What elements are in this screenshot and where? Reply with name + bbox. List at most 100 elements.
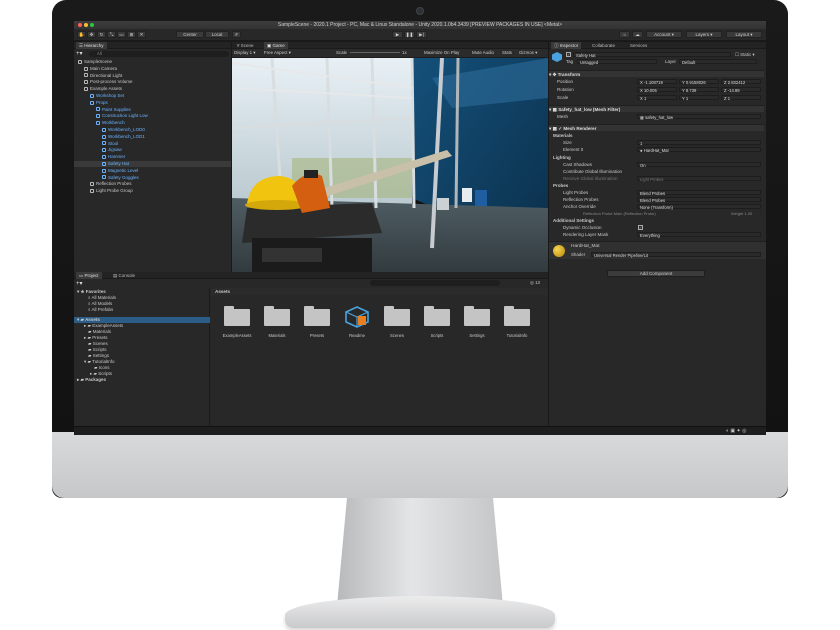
tab-collaborate[interactable]: Collaborate	[589, 42, 618, 49]
cast-shadows-dropdown[interactable]: On	[637, 162, 761, 168]
hierarchy-item[interactable]: Reflection Probes	[74, 181, 231, 187]
tab-inspector[interactable]: ⓘ Inspector	[551, 42, 582, 49]
maximize-on-play-toggle[interactable]: Maximize On Play	[424, 49, 459, 57]
tab-scene[interactable]: # Scene	[234, 42, 257, 49]
layers-dropdown[interactable]: Layers ▾	[686, 31, 722, 38]
hierarchy-item[interactable]: Workbench_LOD1	[74, 134, 231, 140]
readme-asset[interactable]: Readme	[337, 304, 377, 344]
tab-game[interactable]: ▣ Game	[264, 42, 288, 49]
asset-folder[interactable]: Scenes	[377, 304, 417, 344]
hierarchy-item[interactable]: Light Probe Group	[74, 188, 231, 194]
hierarchy-item-selected[interactable]: Safety Hat	[74, 161, 231, 167]
gizmos-dropdown[interactable]: Gizmos ▾	[519, 49, 537, 57]
rotation-x-field[interactable]: X 10.005	[637, 87, 677, 93]
play-button[interactable]: ▶	[392, 31, 403, 38]
hierarchy-item[interactable]: SampleScene	[74, 59, 231, 65]
reflection-probes-dropdown[interactable]: Blend Probes	[637, 197, 761, 203]
tab-hierarchy[interactable]: ☰ Hierarchy	[76, 42, 107, 49]
scale-x-field[interactable]: X 1	[637, 95, 677, 101]
tab-console[interactable]: ▤ Console	[110, 272, 138, 279]
position-z-field[interactable]: Z 2.832412	[721, 79, 761, 85]
hierarchy-item[interactable]: Example Assets	[74, 86, 231, 92]
aspect-dropdown[interactable]: Free Aspect ▾	[264, 49, 291, 57]
asset-folder[interactable]: TutorialInfo	[497, 304, 537, 344]
rendering-layer-dropdown[interactable]: Everything	[637, 232, 761, 238]
mesh-renderer-header[interactable]: ▾ ▦ ✓ Mesh Renderer	[549, 124, 764, 131]
position-x-field[interactable]: X -1.108719	[637, 79, 677, 85]
add-component-button[interactable]: Add Component	[607, 270, 705, 277]
hand-tool-icon[interactable]: ✋	[77, 31, 86, 38]
pause-button[interactable]: ❚❚	[404, 31, 415, 38]
project-search-input[interactable]	[370, 280, 500, 286]
display-dropdown[interactable]: Display 1 ▾	[234, 49, 256, 57]
asset-folder[interactable]: Presets	[297, 304, 337, 344]
shader-dropdown[interactable]: Universal Render Pipeline/Lit	[591, 252, 761, 258]
rotation-z-field[interactable]: Z -14.89	[721, 87, 761, 93]
scale-tool-icon[interactable]: ⤡	[107, 31, 116, 38]
element0-field[interactable]: ● HardHat_Mat	[637, 147, 761, 153]
layout-dropdown[interactable]: Layout ▾	[726, 31, 762, 38]
hierarchy-item[interactable]: Paint Supplies	[74, 107, 231, 113]
scale-slider[interactable]	[350, 52, 400, 53]
scale-z-field[interactable]: Z 1	[721, 95, 761, 101]
hierarchy-item[interactable]: Stool	[74, 141, 231, 147]
hierarchy-item[interactable]: Main Camera	[74, 66, 231, 72]
rotate-tool-icon[interactable]: ↻	[97, 31, 106, 38]
hierarchy-item[interactable]: Hammer	[74, 154, 231, 160]
additional-settings-label[interactable]: Additional Settings	[553, 217, 594, 224]
add-object-button[interactable]: +▾	[76, 51, 86, 57]
object-name-field[interactable]: Safety Hat	[573, 52, 731, 58]
layer-dropdown[interactable]: Default	[679, 59, 757, 65]
hierarchy-item[interactable]: Jigsaw	[74, 147, 231, 153]
asset-folder[interactable]: Materials	[257, 304, 297, 344]
pivot-center-button[interactable]: Center	[176, 31, 204, 38]
tab-project[interactable]: ▭ Project	[76, 272, 102, 279]
probes-label[interactable]: Probes	[553, 182, 568, 189]
materials-label[interactable]: Materials	[553, 132, 573, 139]
create-asset-button[interactable]: +▾	[76, 280, 83, 287]
cloud-icon[interactable]: ☁	[632, 31, 643, 38]
hierarchy-item[interactable]: Directional Light	[74, 73, 231, 79]
account-dropdown[interactable]: Account ▾	[646, 31, 682, 38]
custom-tool-icon[interactable]: ✕	[137, 31, 146, 38]
scale-y-field[interactable]: Y 1	[679, 95, 719, 101]
mesh-field[interactable]: ▦ safety_hat_low	[637, 114, 761, 120]
collab-icon[interactable]: ☼	[619, 31, 630, 38]
favorite-item[interactable]: ⌕ All Prefabs	[88, 307, 113, 313]
step-button[interactable]: ▶|	[416, 31, 427, 38]
packages-node[interactable]: ▸ ▰ Packages	[77, 377, 106, 383]
minimize-window-button[interactable]	[84, 23, 88, 27]
hierarchy-item[interactable]: Props	[74, 100, 231, 106]
rect-tool-icon[interactable]: ▭	[117, 31, 126, 38]
hierarchy-item[interactable]: Safety Goggles	[74, 175, 231, 181]
hierarchy-item[interactable]: Magnetic Level	[74, 168, 231, 174]
anchor-override-field[interactable]: None (Transform)	[637, 204, 761, 210]
hierarchy-search-input[interactable]: All	[89, 51, 229, 57]
move-tool-icon[interactable]: ✥	[87, 31, 96, 38]
mute-audio-toggle[interactable]: Mute Audio	[472, 49, 494, 57]
close-window-button[interactable]	[78, 23, 82, 27]
static-toggle[interactable]: ☐ Static ▾	[735, 52, 755, 58]
hierarchy-item[interactable]: Workshop Set	[74, 93, 231, 99]
active-checkbox[interactable]: ✓	[566, 52, 571, 57]
receive-gi-dropdown[interactable]: Light Probes	[637, 176, 761, 182]
size-field[interactable]: 1	[637, 140, 761, 146]
asset-folder[interactable]: ExampleAssets	[217, 304, 257, 344]
tab-services[interactable]: Services	[627, 42, 650, 49]
light-probes-dropdown[interactable]: Blend Probes	[637, 190, 761, 196]
lighting-label[interactable]: Lighting	[553, 154, 571, 161]
hierarchy-item[interactable]: Workbench_LOD0	[74, 127, 231, 133]
asset-folder[interactable]: Settings	[457, 304, 497, 344]
status-icons[interactable]: ◐ ▣ ✦ ◎	[726, 428, 746, 434]
position-y-field[interactable]: Y 0.9158026	[679, 79, 719, 85]
mesh-filter-header[interactable]: ▾ ▦ Safety_hat_low (Mesh Filter)	[549, 105, 764, 112]
stats-toggle[interactable]: Stats	[502, 49, 512, 57]
pivot-local-button[interactable]: Local	[205, 31, 229, 38]
tag-dropdown[interactable]: Untagged	[577, 59, 657, 65]
grid-snap-icon[interactable]: #	[232, 31, 241, 38]
transform-header[interactable]: ▾ ✥ Transform	[549, 70, 764, 77]
hierarchy-item[interactable]: Construction Light Low	[74, 113, 231, 119]
rotation-y-field[interactable]: Y 8.739	[679, 87, 719, 93]
zoom-window-button[interactable]	[90, 23, 94, 27]
hierarchy-item[interactable]: Workbench	[74, 120, 231, 126]
